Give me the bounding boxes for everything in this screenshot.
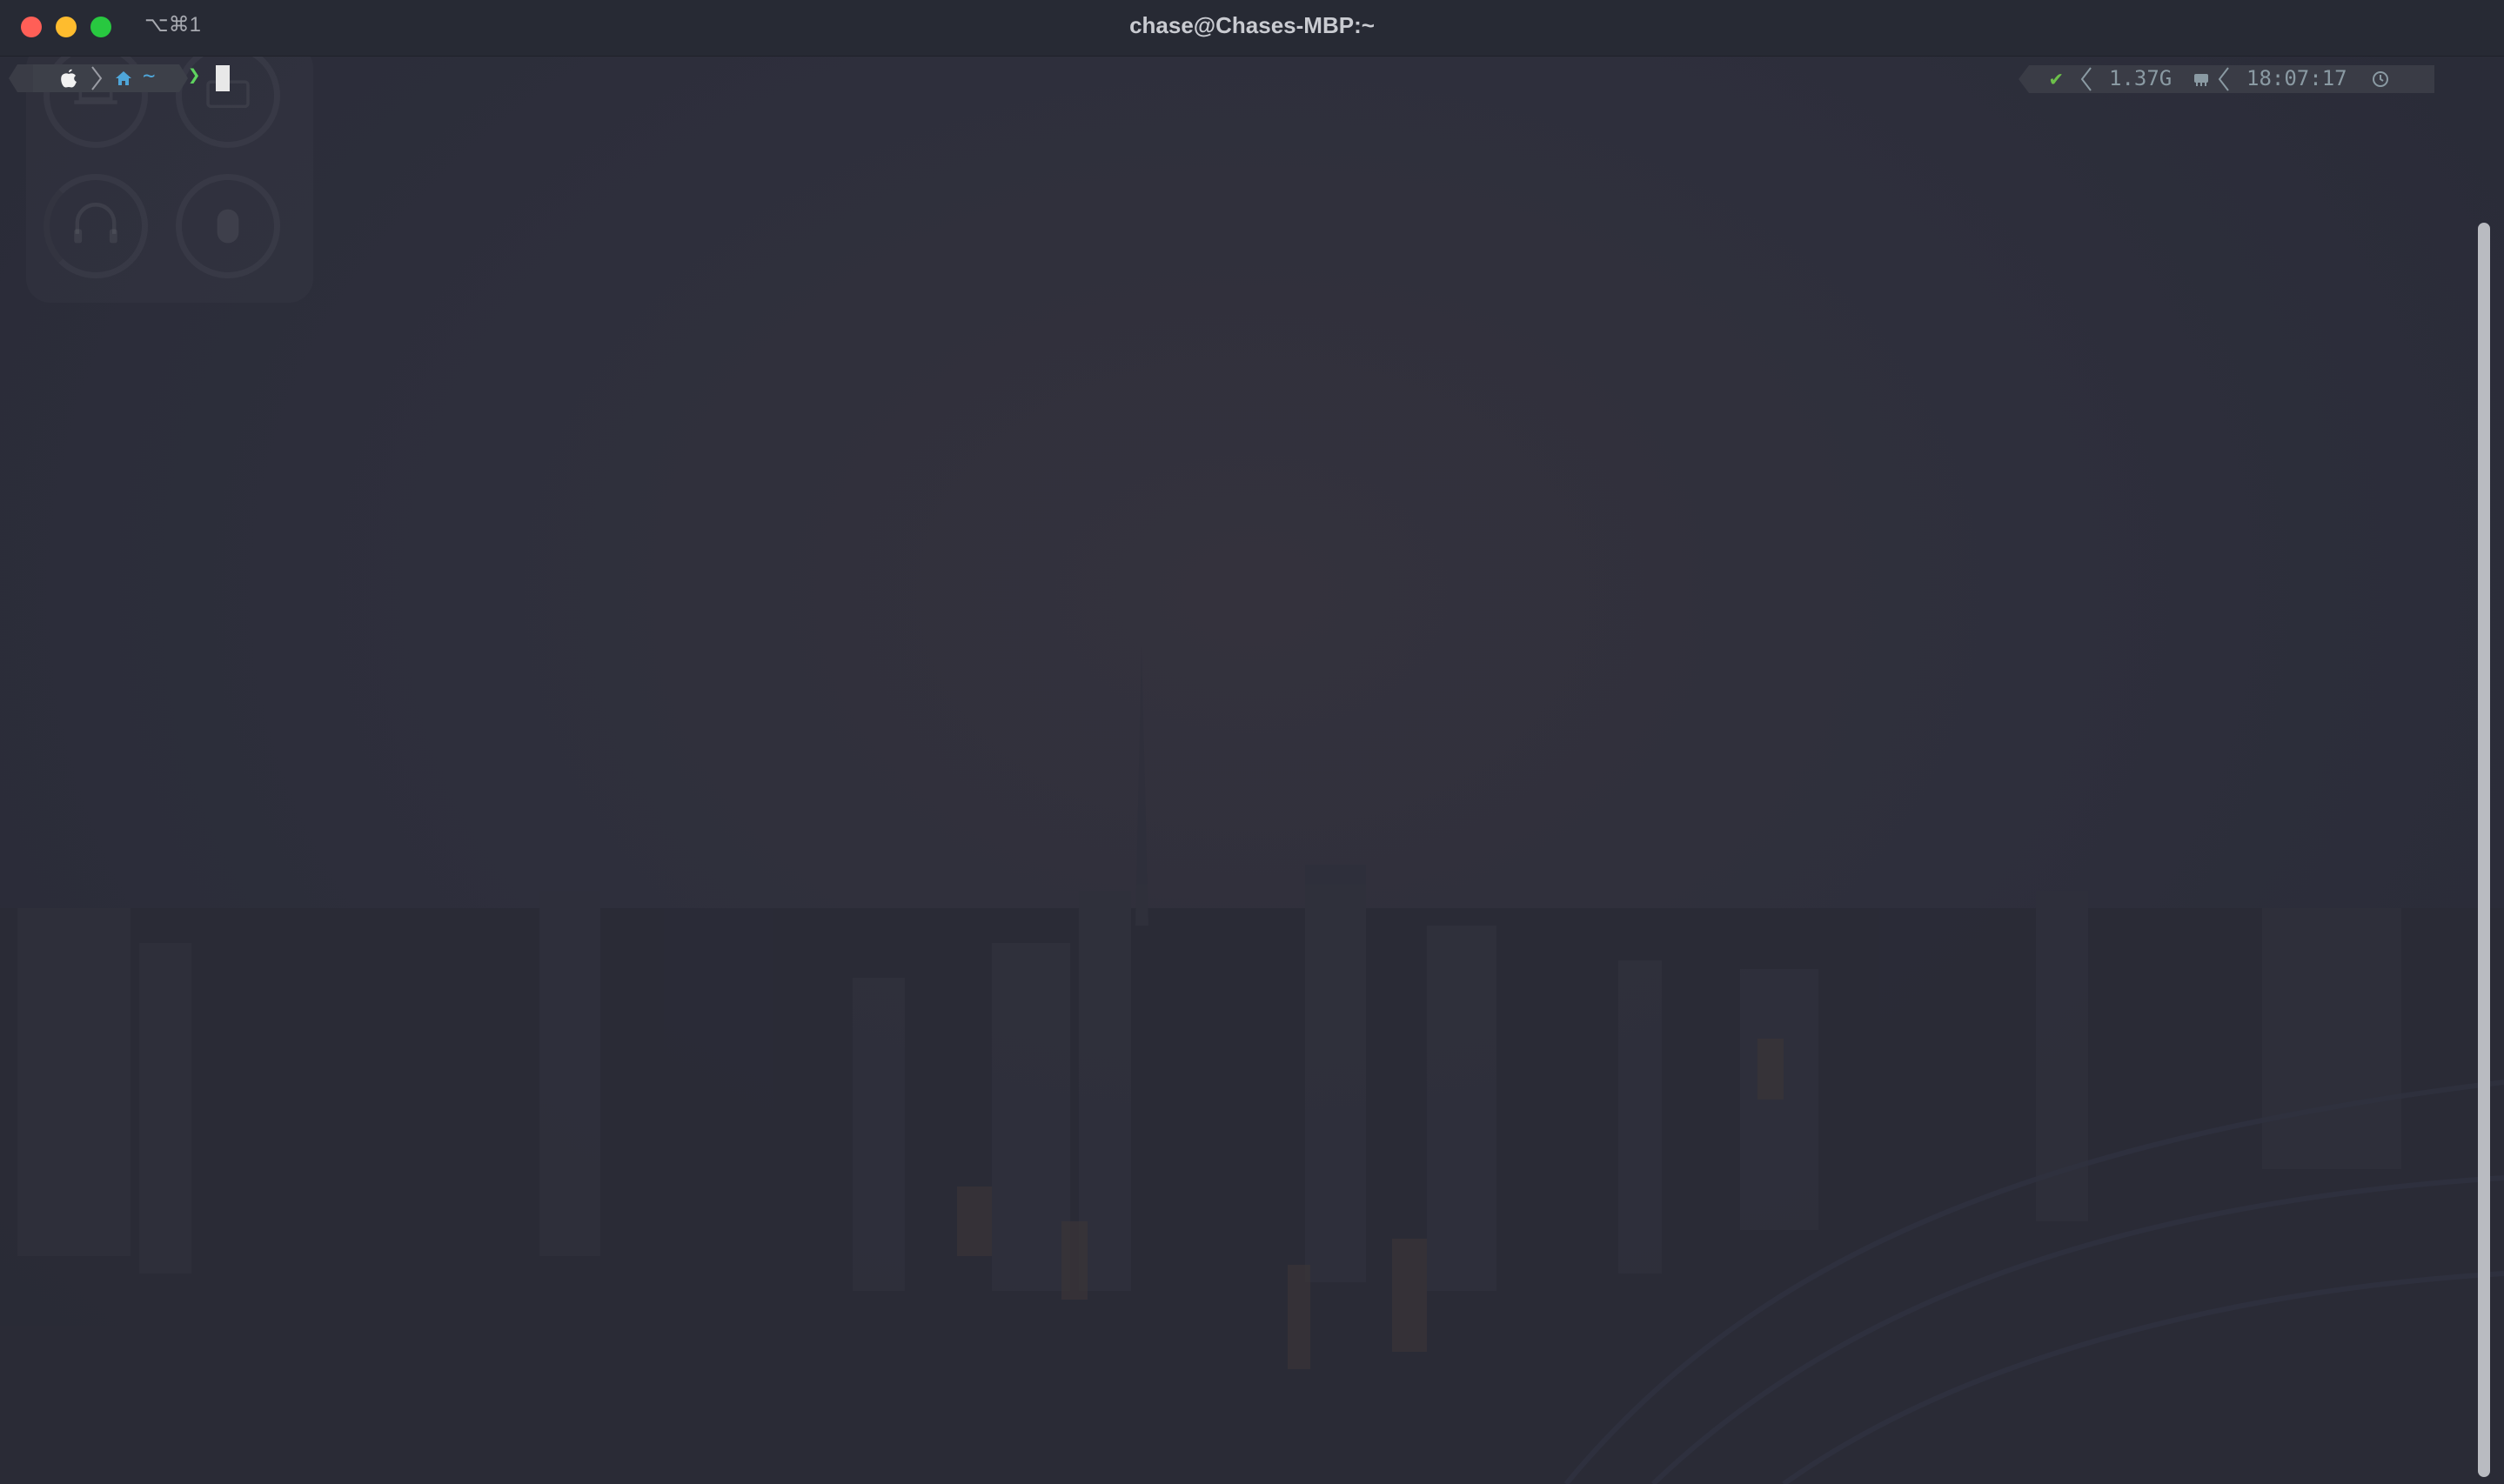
terminal-window: ⌥⌘1 chase@Chases-MBP:~ ~ ❯ ✔ 1.37G 18:07… [0,0,2504,1484]
mouse-icon [217,209,239,244]
mouse-ring [176,174,280,278]
right-prompt: ✔ 1.37G 18:07:17 [2019,65,2445,93]
prompt-line[interactable]: ~ ❯ ✔ 1.37G 18:07:17 [0,63,2462,94]
laptop-ring [44,43,148,148]
segment-separator-left-icon [2218,67,2229,91]
apple-icon [61,69,77,88]
wallpaper-skyline [0,647,2504,1484]
home-icon [116,71,131,85]
headphones-ring [44,174,148,278]
window-title: chase@Chases-MBP:~ [1129,12,1375,38]
headphones-icon [74,203,117,244]
prompt-segment-background [9,64,188,92]
text-cursor[interactable] [216,65,230,91]
clock-time: 18:07:17 [2246,66,2347,90]
segment-separator-left-icon [2080,67,2092,91]
segment-separator-icon [91,66,103,90]
vertical-scrollbar[interactable] [2478,223,2490,1477]
clock-icon [2373,71,2388,87]
memory-usage: 1.37G [2109,66,2173,90]
title-bar[interactable]: ⌥⌘1 chase@Chases-MBP:~ [0,0,2504,57]
prompt-symbol: ❯ [188,63,201,87]
check-icon: ✔ [2050,66,2063,90]
ram-icon [2194,74,2208,86]
current-directory: ~ [143,64,156,88]
keyboard-ring [176,43,280,148]
